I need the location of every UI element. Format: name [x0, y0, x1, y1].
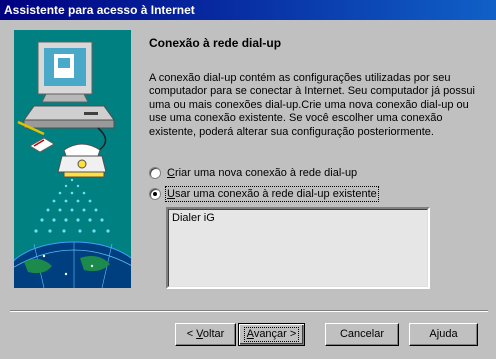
accelerator-key: C — [167, 167, 175, 179]
wizard-illustration — [14, 30, 131, 288]
window-title: Assistente para acesso à Internet — [4, 3, 195, 17]
accelerator-key: U — [167, 188, 175, 200]
computer-phone-illustration — [14, 41, 131, 288]
page-description: A conexão dial-up contém as configuraçõe… — [149, 72, 475, 138]
cancel-button[interactable]: Cancelar — [325, 323, 399, 346]
button-label: Avançar > — [243, 327, 300, 342]
accelerator-key: V — [196, 328, 203, 340]
button-prefix: < — [186, 328, 197, 340]
button-label: < Voltar — [187, 324, 225, 345]
radio-button[interactable] — [149, 167, 161, 179]
back-button[interactable]: < Voltar — [175, 323, 236, 346]
list-item[interactable]: Dialer iG — [172, 212, 215, 224]
radio-label-text: sar uma conexão à rede dial-up existente — [174, 188, 377, 200]
title-bar: Assistente para acesso à Internet — [0, 0, 496, 20]
next-button[interactable]: Avançar > — [238, 323, 305, 346]
button-label-text: oltar — [202, 328, 225, 340]
radio-label[interactable]: Usar uma conexão à rede dial-up existent… — [165, 186, 379, 202]
wizard-window: Assistente para acesso à Internet Conexã… — [0, 0, 496, 359]
radio-use-existing[interactable]: Usar uma conexão à rede dial-up existent… — [149, 186, 379, 202]
connections-list[interactable]: Dialer iG — [166, 207, 430, 289]
help-button[interactable]: Ajuda — [409, 323, 478, 346]
button-label: Cancelar — [339, 328, 385, 340]
radio-label-text: riar uma nova conexão à rede dial-up — [174, 167, 358, 179]
accelerator-key: A — [246, 328, 254, 340]
radio-create-new[interactable]: Criar uma nova conexão à rede dial-up — [149, 165, 357, 181]
radio-dot — [153, 192, 157, 196]
radio-button-selected[interactable] — [149, 188, 161, 200]
button-label-text: vançar > — [253, 328, 297, 340]
separator — [10, 310, 488, 312]
page-title: Conexão à rede dial-up — [149, 36, 282, 50]
button-label: Ajuda — [429, 328, 458, 340]
radio-label[interactable]: Criar uma nova conexão à rede dial-up — [167, 167, 357, 179]
